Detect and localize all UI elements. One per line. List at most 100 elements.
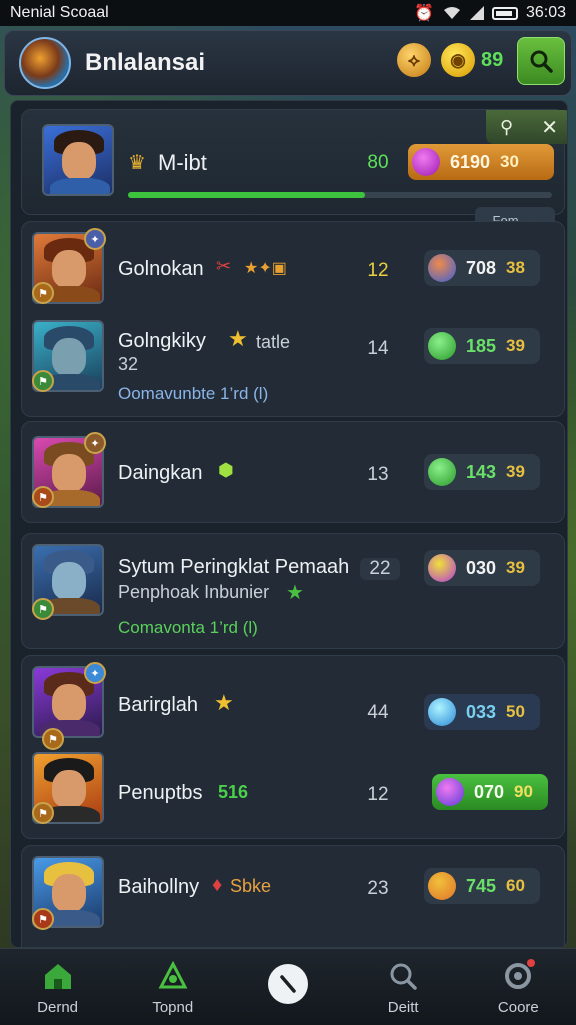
nav-search[interactable]: Deitt [355,959,451,1016]
carrier-name: Nenial Scoaal [10,4,109,21]
price-pill[interactable]: 030 39 [424,550,540,586]
star-icon: ★ [286,582,304,604]
price-sub: 39 [506,462,525,481]
price-value: 070 [474,781,505,802]
player-name: Barirglah [118,694,199,716]
price-value: 033 [466,701,497,722]
price-value: 030 [466,557,497,578]
badge-icons: ★✦▣ [244,260,287,277]
player-detail: Comavonta 1’rd (l) [118,618,258,637]
gem-icon [428,872,456,900]
clock: 36:03 [525,4,566,21]
drop-icon: ♦ [212,874,223,896]
player-list-panel: ⚲ ✕ ♛ M-ibt 80 6190 30 Fom ⌄ ✦ ⚑ Golnoka… [10,100,568,948]
app-logo[interactable] [19,37,71,89]
list-item[interactable]: ⚑ Golngkiky ★ tatle 32 Oomavunbte 1’rd (… [22,318,566,418]
player-subtitle: 32 [118,354,139,374]
price-sub: 39 [506,558,525,577]
gem-icon [428,458,456,486]
nav-center[interactable] [240,964,336,1010]
gem-icon [428,254,456,282]
price-pill[interactable]: 143 39 [424,454,540,490]
bottom-navigation: Dernd Topnd Deitt Coore [0,948,576,1025]
player-detail: Oomavunbte 1’rd (l) [118,384,269,403]
home-icon [41,959,75,993]
alarm-icon: ⏰ [414,5,434,22]
player-name: Golnokan [118,258,204,280]
player-name: Golngkiky [118,330,206,352]
close-icon[interactable]: ✕ [541,115,558,140]
list-item[interactable]: ✦ ⚑ Golnokan ✂ ★✦▣ 12 708 38 [22,222,566,318]
star-icon: ★ [228,326,248,351]
price-pill[interactable]: 185 39 [424,328,540,364]
player-level: 13 [367,464,389,485]
price-value: 6190 [450,151,491,172]
player-group: ✦ ⚑ Barirglah ★ 44 033 50 ⚑ Penuptbs 516… [21,655,565,839]
gem-icon [428,332,456,360]
price-pill[interactable]: 033 50 [424,694,540,730]
player-name: Baihollny [118,876,200,898]
player-tag: tatle [256,332,291,352]
list-item[interactable]: ⚑ Sytum Peringklat Pemaah Penphoak Inbun… [21,533,565,649]
list-item[interactable]: ⚑ Baihollny ♦ Sbke 23 745 60 [21,845,565,947]
nav-settings[interactable]: Coore [470,958,566,1016]
player-level: 22 [360,558,400,580]
featured-name: M-ibt [158,150,207,175]
crown-icon: ♛ [128,152,146,174]
price-value: 143 [466,461,497,482]
player-tag: 516 [218,782,249,802]
price-sub: 90 [514,782,533,801]
battery-icon [491,6,518,20]
list-item[interactable]: ✦ ⚑ Daingkan ⬢ 13 143 39 [21,421,565,523]
price-sub: 50 [506,702,525,721]
price-sub: 60 [506,876,525,895]
featured-card[interactable]: ⚲ ✕ ♛ M-ibt 80 6190 30 [21,109,567,215]
gem-icon [412,148,440,176]
nav-trophy[interactable]: Topnd [125,959,221,1016]
settings-icon [501,958,536,993]
gem-badge-icon: ⬢ [218,460,234,480]
gem-icon [428,554,456,582]
player-level: 12 [367,260,389,281]
progress-bar [128,192,552,198]
progress-fill [128,192,366,198]
price-pill[interactable]: 708 38 [424,250,540,286]
app-header: Bnlalansai ⟡ ◉ 89 [4,30,572,96]
player-level: 44 [367,702,389,723]
search-icon [386,959,420,993]
card-tools: ⚲ ✕ [486,110,567,144]
pin-icon[interactable]: ⚲ [500,117,513,138]
level-badge-icon: ⚑ [32,370,54,392]
featured-level: 80 [367,152,389,173]
notification-dot [527,958,536,967]
player-name: Penuptbs [118,782,203,804]
gem-icon [436,778,464,806]
star-icon: ★ [214,690,234,715]
nav-label: Deitt [387,998,419,1016]
trophy-icon [156,959,190,993]
player-subtitle: Penphoak Inbunier [118,582,270,602]
level-badge-icon: ⚑ [32,282,54,304]
nav-label: Coore [497,998,539,1016]
coin-icon[interactable]: ◉ [441,43,475,77]
price-value: 708 [466,257,497,278]
compass-icon [267,964,308,1004]
signal-icon [469,6,484,20]
list-item[interactable]: ✦ ⚑ Barirglah ★ 44 033 50 [22,656,566,750]
featured-price-pill[interactable]: 6190 30 [408,144,554,180]
search-button[interactable] [517,37,565,85]
price-pill[interactable]: 745 60 [424,868,540,904]
player-level: 23 [367,878,389,899]
nav-label: Dernd [37,998,79,1016]
list-item[interactable]: ⚑ Penuptbs 516 12 070 90 [22,746,566,840]
price-sub: 39 [506,336,525,355]
price-value: 185 [466,335,497,356]
avatar [42,124,114,196]
nav-home[interactable]: Dernd [10,959,106,1016]
wifi-icon [443,7,460,19]
price-pill[interactable]: 070 90 [432,774,548,810]
gold-coin-icon[interactable]: ⟡ [397,43,431,77]
level-badge-icon: ⚑ [32,802,54,824]
player-group: ✦ ⚑ Golnokan ✂ ★✦▣ 12 708 38 ⚑ Golngkiky… [21,221,565,417]
nav-label: Topnd [152,998,194,1016]
